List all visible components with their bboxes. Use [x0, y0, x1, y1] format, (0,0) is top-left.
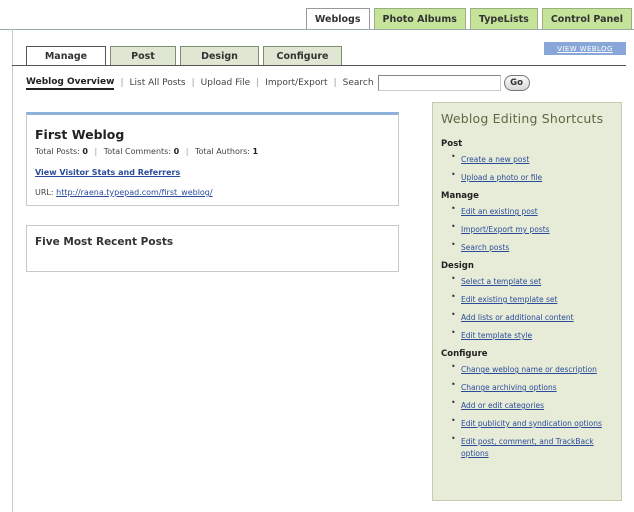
shortcut-heading: Manage: [441, 191, 479, 201]
bullet-icon: •: [451, 292, 456, 301]
subnav-separator: |: [256, 78, 260, 88]
authors-count: 1: [252, 147, 259, 156]
subnav-upload-file[interactable]: Upload File: [201, 78, 250, 88]
bullet-icon: •: [451, 274, 456, 283]
tab-control-panel[interactable]: Control Panel: [541, 8, 632, 29]
posts-label: Total Posts:: [35, 147, 80, 156]
bullet-icon: •: [451, 328, 456, 337]
list-item: • Search posts: [449, 240, 613, 252]
bullet-icon: •: [451, 434, 456, 443]
search-posts-link[interactable]: Search posts: [461, 243, 509, 252]
recent-posts-panel: Five Most Recent Posts: [26, 225, 399, 272]
weblog-url-line: URL: http://raena.typepad.com/first_webl…: [35, 188, 390, 197]
weblog-url-link[interactable]: http://raena.typepad.com/first_weblog/: [56, 188, 212, 197]
change-name-link[interactable]: Change weblog name or description: [461, 365, 597, 374]
bullet-icon: •: [451, 416, 456, 425]
list-item: • Edit existing template set: [449, 292, 613, 304]
bullet-icon: •: [451, 204, 456, 213]
subnav-separator: |: [191, 78, 195, 88]
list-item: • Upload a photo or file: [449, 170, 613, 182]
tab-manage[interactable]: Manage: [26, 46, 106, 66]
comments-label: Total Comments:: [103, 147, 172, 156]
stats-separator: |: [185, 147, 189, 156]
bullet-icon: •: [451, 380, 456, 389]
list-item: • Select a template set: [449, 274, 613, 286]
go-button[interactable]: Go: [503, 75, 530, 91]
comments-count: 0: [173, 147, 180, 156]
recent-posts-title: Five Most Recent Posts: [35, 236, 174, 248]
categories-link[interactable]: Add or edit categories: [461, 401, 544, 410]
view-weblog-button[interactable]: VIEW WEBLOG: [544, 42, 626, 55]
section-divider: [12, 65, 626, 66]
tab-weblogs[interactable]: Weblogs: [305, 8, 370, 29]
subnav-separator: |: [333, 78, 337, 88]
bullet-icon: •: [451, 170, 456, 179]
edit-template-link[interactable]: Edit existing template set: [461, 295, 557, 304]
post-comment-options-link[interactable]: Edit post, comment, and TrackBack option…: [461, 437, 594, 458]
authors-label: Total Authors:: [194, 147, 250, 156]
shortcut-heading: Post: [441, 139, 463, 149]
top-divider: [0, 29, 634, 30]
bullet-icon: •: [451, 152, 456, 161]
bullet-icon: •: [451, 240, 456, 249]
shortcut-group-post: Post • Create a new post • Upload a photo …: [441, 139, 613, 182]
bullet-icon: •: [451, 222, 456, 231]
shortcut-group-configure: Configure • Change weblog name or descrip…: [441, 349, 613, 458]
bullet-icon: •: [451, 310, 456, 319]
url-label: URL:: [35, 188, 54, 197]
list-item: • Add lists or additional content: [449, 310, 613, 322]
subnav-import-export[interactable]: Import/Export: [265, 78, 327, 88]
add-lists-link[interactable]: Add lists or additional content: [461, 313, 574, 322]
list-item: • Edit post, comment, and TrackBack optio…: [449, 434, 613, 458]
tab-post[interactable]: Post: [110, 46, 176, 65]
stats-separator: |: [94, 147, 98, 156]
create-post-link[interactable]: Create a new post: [461, 155, 529, 164]
shortcut-group-design: Design • Select a template set • Edit exis…: [441, 261, 613, 340]
subnav-weblog-overview[interactable]: Weblog Overview: [26, 77, 115, 90]
list-item: • Create a new post: [449, 152, 613, 164]
list-item: • Change archiving options: [449, 380, 613, 392]
search-input[interactable]: [377, 75, 501, 91]
tab-photo-albums[interactable]: Photo Albums: [373, 8, 466, 29]
archiving-options-link[interactable]: Change archiving options: [461, 383, 557, 392]
content-frame-edge: [12, 29, 13, 512]
upload-photo-link[interactable]: Upload a photo or file: [461, 173, 542, 182]
tab-configure[interactable]: Configure: [263, 46, 342, 65]
tab-design[interactable]: Design: [180, 46, 259, 65]
edit-style-link[interactable]: Edit template style: [461, 331, 532, 340]
shortcut-group-manage: Manage • Edit an existing post • Import/Ex…: [441, 191, 613, 252]
shortcut-heading: Configure: [441, 349, 488, 359]
list-item: • Edit template style: [449, 328, 613, 340]
weblog-stats: Total Posts: 0 | Total Comments: 0 | Tot…: [35, 147, 390, 156]
bullet-icon: •: [451, 362, 456, 371]
posts-count: 0: [82, 147, 88, 156]
list-item: • Add or edit categories: [449, 398, 613, 410]
search-label: Search: [342, 78, 374, 88]
import-export-link[interactable]: Import/Export my posts: [461, 225, 550, 234]
list-item: • Change weblog name or description: [449, 362, 613, 374]
section-tabs: Manage Post Design Configure: [26, 46, 346, 66]
select-template-link[interactable]: Select a template set: [461, 277, 541, 286]
subnav-separator: |: [120, 78, 124, 88]
list-item: • Edit an existing post: [449, 204, 613, 216]
shortcuts-title: Weblog Editing Shortcuts: [441, 111, 604, 126]
tab-typelists[interactable]: TypeLists: [469, 8, 538, 29]
weblog-overview-panel: First Weblog Total Posts: 0 | Total Comm…: [26, 112, 399, 206]
list-item: • Edit publicity and syndication options: [449, 416, 613, 428]
edit-post-link[interactable]: Edit an existing post: [461, 207, 538, 216]
shortcut-heading: Design: [441, 261, 474, 271]
subnav-list-all-posts[interactable]: List All Posts: [129, 78, 185, 88]
bullet-icon: •: [451, 398, 456, 407]
visitor-stats-link[interactable]: View Visitor Stats and Referrers: [35, 168, 180, 177]
weblog-title: First Weblog: [35, 127, 125, 142]
list-item: • Import/Export my posts: [449, 222, 613, 234]
publicity-options-link[interactable]: Edit publicity and syndication options: [461, 419, 602, 428]
editing-shortcuts-sidebar: Weblog Editing Shortcuts Post • Create a …: [432, 102, 622, 501]
sub-navigation: Weblog Overview | List All Posts | Uploa…: [26, 75, 530, 91]
app-tabs: Weblogs Photo Albums TypeLists Control P…: [302, 8, 632, 29]
